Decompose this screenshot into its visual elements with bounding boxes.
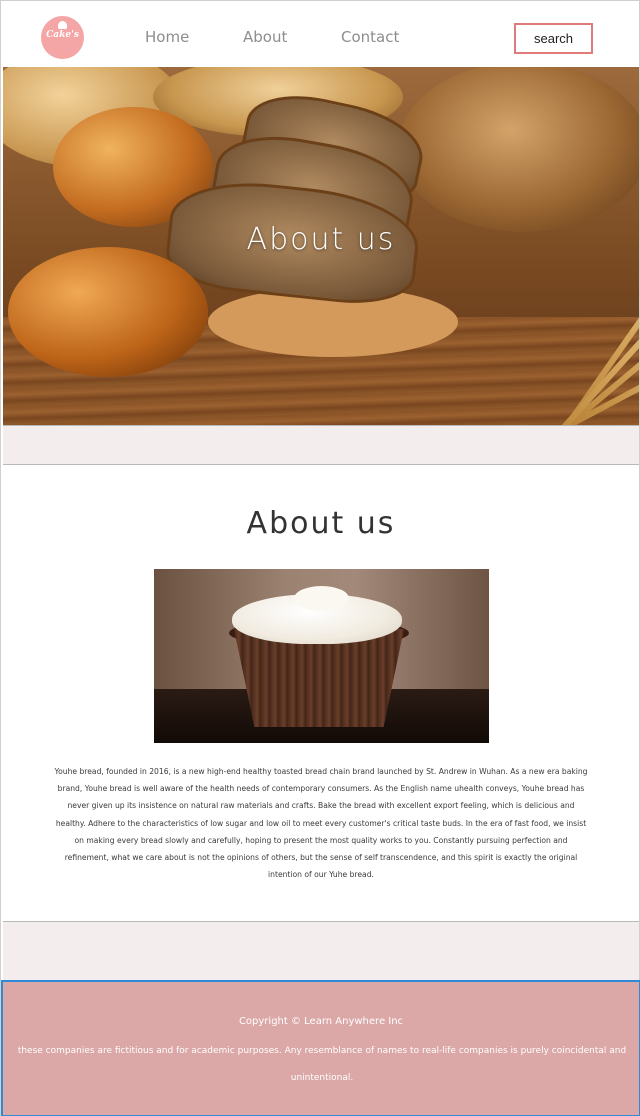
site-header: Cake's Home About Contact search [1,1,639,67]
search-button[interactable]: search [514,23,593,54]
site-footer: Copyright © Learn Anywhere Inc these com… [1,980,640,1116]
about-body-text: Youhe bread, founded in 2016, is a new h… [54,767,588,880]
nav-about[interactable]: About [243,28,287,46]
disclaimer-text: these companies are fictitious and for a… [17,1046,627,1083]
cupcake-photo [154,569,489,743]
divider-band [3,921,639,980]
hero-banner: About us [3,67,639,425]
nav-contact[interactable]: Contact [341,28,399,46]
cupcake-icon [58,21,67,29]
page: Cake's Home About Contact search About u… [0,0,640,1116]
hero-title: About us [246,222,396,257]
logo-text: Cake's [46,30,79,40]
divider-band [3,425,639,465]
about-title: About us [246,506,396,541]
copyright-text: Copyright © Learn Anywhere Inc [238,1016,404,1027]
cakes-logo[interactable]: Cake's [41,16,84,59]
nav-home[interactable]: Home [145,28,189,46]
